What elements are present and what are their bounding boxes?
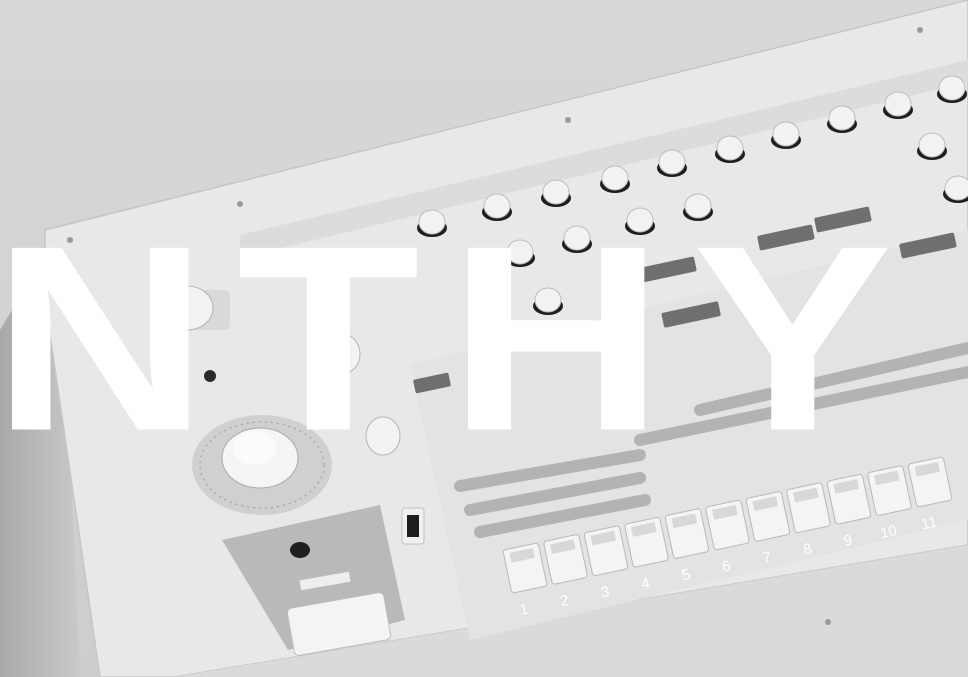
mode-switch[interactable] — [290, 542, 310, 558]
step-number: 10 — [879, 522, 899, 542]
tempo-dial[interactable] — [192, 415, 332, 515]
accent-knob[interactable] — [323, 333, 361, 375]
master-volume-knob[interactable] — [160, 285, 214, 331]
fader-handle[interactable] — [407, 515, 419, 537]
drum-machine-photo: 1 2 3 4 5 6 7 8 9 10 11 — [0, 0, 968, 677]
small-knob[interactable] — [204, 370, 216, 382]
fine-knob[interactable] — [365, 416, 401, 456]
